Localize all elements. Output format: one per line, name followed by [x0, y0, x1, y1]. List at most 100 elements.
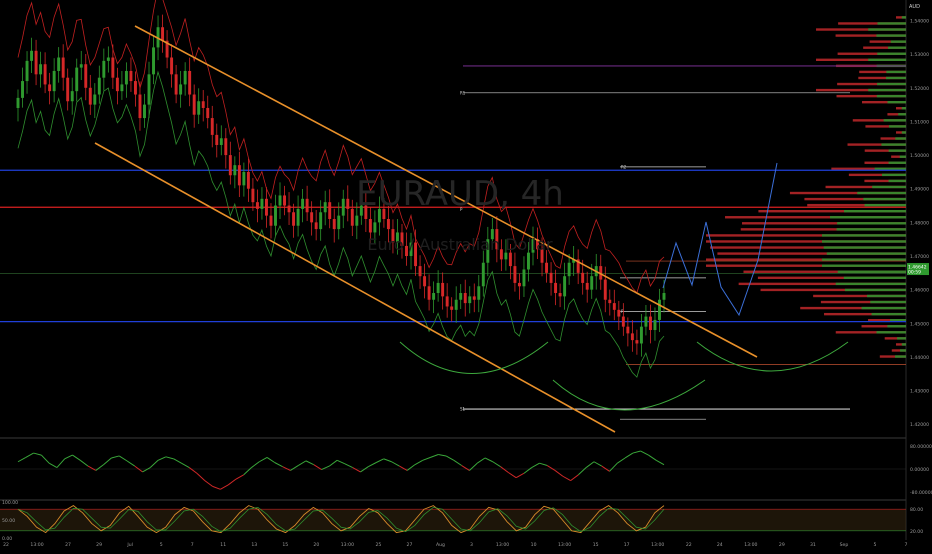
volume-profile-bar	[876, 331, 906, 334]
candle-body	[441, 282, 445, 297]
candle-body	[463, 293, 467, 304]
rsi-tick-label: -80.00000	[910, 490, 932, 496]
x-tick-label: 7	[905, 542, 908, 548]
candle-body	[310, 212, 314, 223]
volume-profile-bar	[881, 143, 906, 146]
x-tick-label: Sep	[840, 542, 849, 548]
volume-profile-bar	[822, 264, 906, 267]
x-tick-label: 27	[407, 542, 413, 548]
candle-body	[581, 272, 585, 283]
candle-body	[124, 70, 128, 85]
candle-body	[454, 299, 458, 310]
x-tick-label: 13:00	[341, 542, 354, 548]
candle-body	[61, 57, 65, 78]
x-tick-label: 5	[160, 542, 163, 548]
x-tick-label: 10	[531, 542, 537, 548]
level-label: S1	[460, 407, 466, 412]
candle-body	[373, 222, 377, 233]
volume-profile-bar	[836, 228, 906, 231]
candle-body	[626, 326, 630, 334]
y-tick-label: 1.45000	[910, 321, 929, 327]
candle-body	[648, 316, 652, 331]
candle-body	[350, 208, 354, 226]
candle-body	[264, 198, 268, 216]
candle-body	[174, 74, 178, 95]
y-tick-label: 1.51000	[910, 119, 929, 125]
candle-body	[477, 286, 481, 300]
x-tick-label: 31	[810, 542, 816, 548]
candle-body	[635, 340, 639, 344]
candle-body	[554, 282, 558, 294]
candle-body	[481, 262, 485, 287]
candle-body	[133, 81, 137, 95]
chart-stage[interactable]: R1 R2 P S1 P 1.46642 00:59 1.54000 1.53000 1.520…	[0, 0, 932, 550]
candle-body	[97, 77, 101, 95]
candle-body	[34, 50, 38, 75]
volume-profile-bar	[900, 349, 906, 352]
volume-profile-bar	[822, 258, 906, 261]
volume-profile-bar	[844, 288, 906, 292]
x-tick-label: 15	[593, 542, 599, 548]
candle-body	[57, 57, 61, 71]
candle-body	[608, 299, 612, 304]
x-tick-label: 22	[686, 542, 692, 548]
candle-body	[590, 276, 594, 290]
candle-body	[242, 171, 246, 186]
rsi-tick-label: 0.00000	[910, 467, 929, 473]
candle-body	[48, 84, 52, 92]
candle-body	[445, 296, 449, 307]
volume-profile-bar	[835, 282, 906, 286]
candle-body	[120, 84, 124, 92]
candle-body	[459, 293, 463, 300]
candle-body	[630, 333, 634, 341]
volume-profile-bar	[897, 337, 906, 340]
candle-body	[197, 101, 201, 115]
y-tick-label: 1.49000	[910, 187, 929, 193]
candle-body	[612, 303, 616, 310]
rsi-tick-label: 80.00000	[910, 444, 932, 450]
candle-body	[111, 57, 115, 78]
x-tick-label: 3	[470, 542, 473, 548]
candle-body	[517, 282, 521, 287]
volume-profile-bar	[866, 294, 906, 298]
candle-body	[246, 171, 250, 189]
volume-profile-bar	[868, 58, 906, 62]
stoch-tick-label: 50.00	[2, 518, 15, 524]
candle-body	[386, 219, 390, 230]
candle-body	[427, 286, 431, 300]
volume-profile-bar	[901, 131, 906, 134]
candle-body	[188, 70, 192, 95]
volume-profile-bar	[857, 191, 906, 195]
volume-profile-bar	[864, 203, 906, 207]
volume-profile-bar	[888, 149, 906, 152]
candle-body	[603, 279, 607, 300]
candle-body	[84, 64, 88, 88]
volume-profile-bar	[899, 155, 906, 158]
x-tick-label: 13:00	[496, 542, 509, 548]
candle-body	[567, 262, 571, 277]
candle-body	[508, 252, 512, 267]
volume-profile-bar	[888, 179, 906, 183]
y-tick-label: 1.53000	[910, 52, 929, 58]
candle-body	[39, 64, 43, 75]
candle-body	[319, 212, 323, 230]
candle-body	[332, 219, 336, 230]
volume-profile-bar	[826, 252, 906, 255]
candle-body	[129, 70, 133, 82]
x-tick-label: 25	[375, 542, 381, 548]
candle-body	[183, 70, 187, 85]
stochastic-pane[interactable]	[0, 505, 906, 534]
x-tick-label: 13:00	[558, 542, 571, 548]
volume-profile-bar	[887, 325, 906, 328]
chart-description: Euro / Australian Dollar	[367, 235, 553, 254]
candle-body	[287, 205, 291, 213]
candle-body	[296, 208, 300, 226]
candle-body	[617, 309, 621, 317]
volume-profile-bar	[901, 16, 906, 19]
level-label: R1	[460, 90, 466, 95]
candle-body	[639, 326, 643, 344]
volume-profile-bar	[877, 82, 906, 86]
volume-profile-bar	[895, 137, 906, 140]
candle-body	[563, 276, 567, 297]
volume-profile-bar	[883, 119, 906, 122]
